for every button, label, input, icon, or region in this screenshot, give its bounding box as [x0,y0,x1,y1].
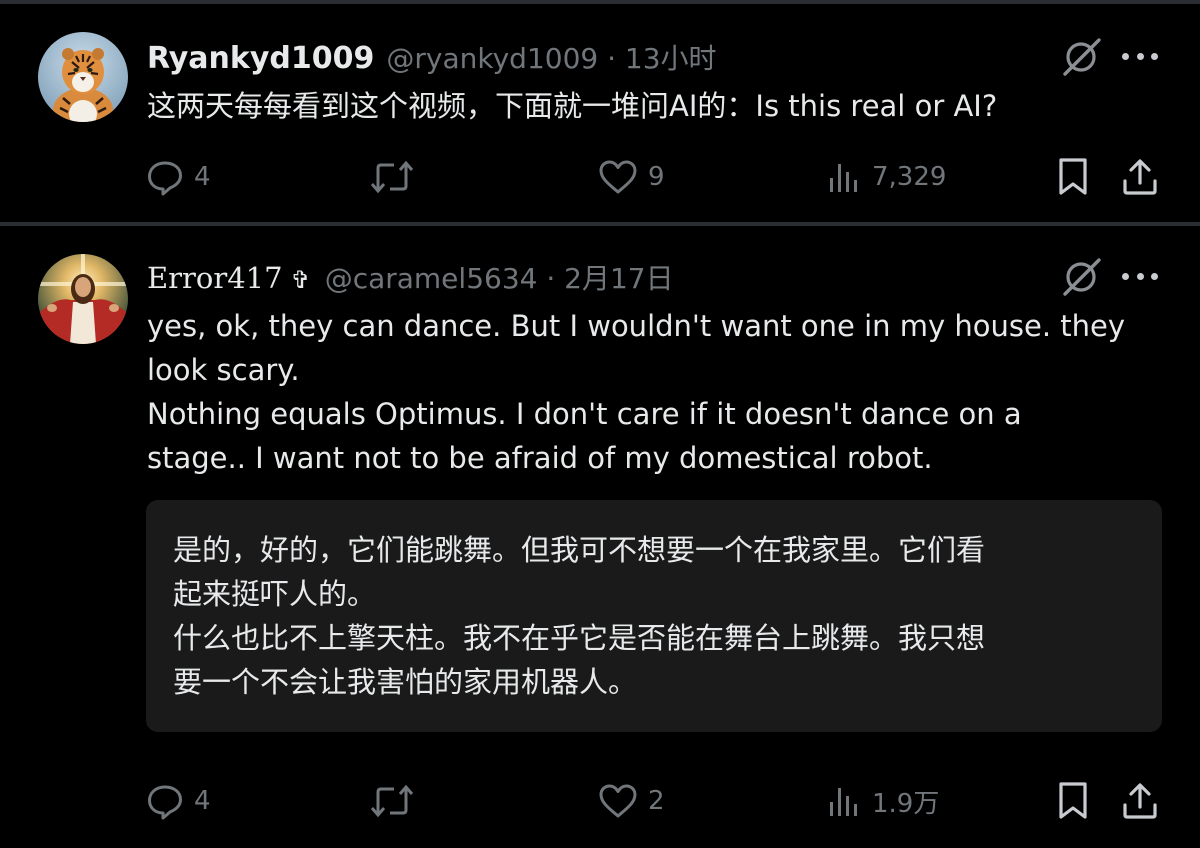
bookmark-icon [1059,782,1087,819]
action-bar: 4 9 7,329 [0,154,1200,200]
more-dots-icon[interactable] [1122,46,1158,66]
display-name[interactable]: Ryankyd1009 [147,41,374,76]
avatar-jesus-painting[interactable] [38,254,128,344]
heart-icon [599,160,637,194]
views-button[interactable]: 7,329 [826,154,946,200]
post-text-line: look scary. [147,353,300,387]
like-button[interactable]: 9 [598,154,665,200]
more-dots-icon[interactable] [1122,266,1158,286]
bookmark-icon [1059,158,1087,195]
translation-line: 要一个不会让我害怕的家用机器人。 [173,665,638,699]
reply-button[interactable]: 4 [146,154,211,200]
retweet-button[interactable] [370,778,414,824]
post-text: 这两天每每看到这个视频，下面就一堆问AI的：Is this real or AI… [147,84,1177,128]
bookmark-button[interactable] [1054,778,1092,824]
cross-badge-icon: ✞ [290,266,311,294]
post-text-line: yes, ok, they can dance. But I wouldn't … [147,309,1126,343]
retweet-icon [370,160,414,194]
like-button[interactable]: 2 [598,778,665,824]
share-button[interactable] [1120,154,1160,200]
reply-button[interactable]: 4 [146,778,211,824]
handle-and-timestamp[interactable]: @ryankyd1009 · 13小时 [386,37,716,77]
reply-count: 4 [194,786,211,816]
tweet-post[interactable]: Ryankyd1009 @ryankyd1009 · 13小时 这两天每每看到这… [0,4,1200,222]
post-text-line: stage.. I want not to be afraid of my do… [147,441,933,475]
display-name[interactable]: Error417 [147,261,283,295]
translation-box: 是的，好的，它们能跳舞。但我可不想要一个在我家里。它们看 起来挺吓人的。 什么也… [146,500,1162,732]
view-count: 1.9万 [872,788,940,819]
tiger-avatar-image [38,32,128,122]
post-header: Error417 ✞ @caramel5634 · 2月17日 [147,257,674,297]
translation-line: 什么也比不上擎天柱。我不在乎它是否能在舞台上跳舞。我只想 [173,621,986,655]
post-text: yes, ok, they can dance. But I wouldn't … [147,304,1172,480]
tweet-post[interactable]: Error417 ✞ @caramel5634 · 2月17日 yes, ok,… [0,226,1200,848]
avatar-tiger[interactable] [38,32,128,122]
bookmark-button[interactable] [1054,154,1092,200]
retweet-button[interactable] [370,154,414,200]
jesus-avatar-image [38,254,128,344]
share-button[interactable] [1120,778,1160,824]
reply-icon [148,161,182,196]
translation-line: 起来挺吓人的。 [173,577,377,611]
view-count: 7,329 [872,162,947,192]
translated-text: 是的，好的，它们能跳舞。但我可不想要一个在我家里。它们看 起来挺吓人的。 什么也… [173,528,1135,704]
views-bar-chart-icon [830,164,857,192]
reply-count: 4 [194,162,211,192]
handle-and-timestamp[interactable]: @caramel5634 · 2月17日 [325,257,674,297]
share-upload-icon [1123,159,1157,195]
like-count: 2 [648,786,665,816]
post-header: Ryankyd1009 @ryankyd1009 · 13小时 [147,37,717,77]
views-bar-chart-icon [830,788,857,816]
grok-slash-circle-icon[interactable] [1060,34,1104,78]
post-text-line: Nothing equals Optimus. I don't care if … [147,397,1022,431]
translation-line: 是的，好的，它们能跳舞。但我可不想要一个在我家里。它们看 [173,533,986,567]
share-upload-icon [1123,783,1157,819]
post-text-line: 这两天每每看到这个视频，下面就一堆问AI的：Is this real or AI… [147,89,998,123]
retweet-icon [370,784,414,818]
views-button[interactable]: 1.9万 [826,778,939,824]
reply-icon [148,785,182,820]
heart-icon [599,784,637,818]
grok-slash-circle-icon[interactable] [1060,254,1104,298]
like-count: 9 [648,162,665,192]
action-bar: 4 2 1.9万 [0,778,1200,824]
